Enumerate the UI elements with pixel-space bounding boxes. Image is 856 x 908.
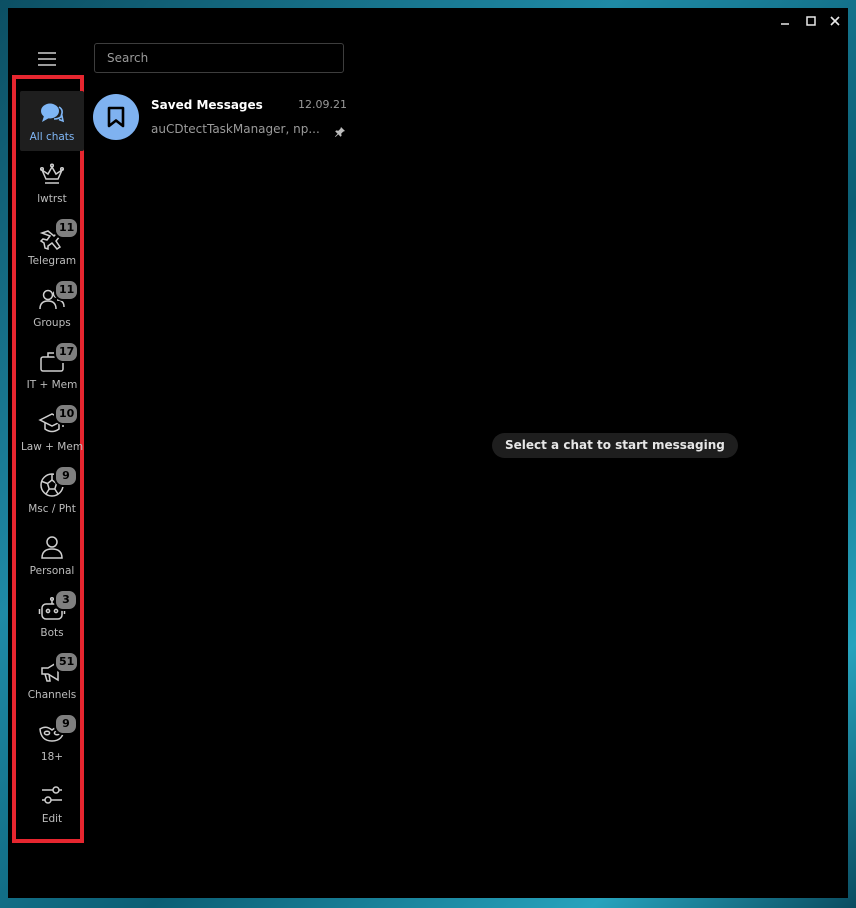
folder-label: Edit: [41, 813, 63, 825]
minimize-icon[interactable]: [773, 10, 797, 32]
folder-edit[interactable]: Edit: [20, 773, 84, 833]
folder-law-mem[interactable]: 10 Law + Mem: [20, 401, 84, 461]
chat-date: 12.09.21: [298, 98, 347, 111]
folder-telegram[interactable]: 11 Telegram: [20, 215, 84, 275]
unread-badge: 9: [54, 465, 78, 487]
folder-groups[interactable]: 11 Groups: [20, 277, 84, 337]
close-icon[interactable]: [823, 10, 847, 32]
folder-label: Groups: [33, 317, 71, 329]
unread-badge: 9: [54, 713, 78, 735]
sliders-icon: [38, 781, 66, 809]
folder-label: IT + Mem: [26, 379, 78, 391]
chat-preview: auCDtectTaskManager, np...: [151, 122, 320, 136]
folder-label: Personal: [29, 565, 75, 577]
folder-lwtrst[interactable]: lwtrst: [20, 153, 84, 213]
hamburger-icon[interactable]: [36, 48, 58, 70]
folder-label: Msc / Pht: [28, 503, 76, 515]
folder-sidebar: All chats lwtrst 11 Telegram 11 Groups 1…: [12, 75, 84, 843]
telegram-window: All chats lwtrst 11 Telegram: [8, 8, 848, 898]
unread-badge: 51: [54, 651, 80, 673]
unread-badge: 10: [54, 403, 80, 425]
folder-18-plus[interactable]: 9 18+: [20, 711, 84, 771]
folder-label: lwtrst: [37, 193, 67, 205]
folder-label: Channels: [27, 689, 77, 701]
unread-badge: 3: [54, 589, 78, 611]
folder-channels[interactable]: 51 Channels: [20, 649, 84, 709]
unread-badge: 11: [54, 279, 80, 301]
person-icon: [38, 533, 66, 561]
chat-name: Saved Messages: [151, 98, 263, 112]
pin-icon: [334, 123, 346, 142]
folder-msc-pht[interactable]: 9 Msc / Pht: [20, 463, 84, 523]
chats-icon: [38, 99, 66, 127]
folder-all-chats[interactable]: All chats: [20, 91, 84, 151]
folder-bots[interactable]: 3 Bots: [20, 587, 84, 647]
bookmark-icon: [107, 106, 125, 128]
maximize-icon[interactable]: [799, 10, 823, 32]
folder-label: 18+: [40, 751, 64, 763]
folder-label: All chats: [29, 131, 75, 143]
search-input[interactable]: [94, 43, 344, 73]
folder-label: Bots: [40, 627, 64, 639]
empty-chat-message: Select a chat to start messaging: [492, 433, 738, 458]
unread-badge: 17: [54, 341, 80, 363]
avatar: [93, 94, 139, 140]
unread-badge: 11: [54, 217, 80, 239]
chat-item-saved-messages[interactable]: Saved Messages 12.09.21 auCDtectTaskMana…: [86, 86, 356, 148]
crown-icon: [38, 161, 66, 189]
folder-personal[interactable]: Personal: [20, 525, 84, 585]
folder-label: Law + Mem: [20, 441, 84, 453]
folder-label: Telegram: [27, 255, 77, 267]
folder-it-mem[interactable]: 17 IT + Mem: [20, 339, 84, 399]
